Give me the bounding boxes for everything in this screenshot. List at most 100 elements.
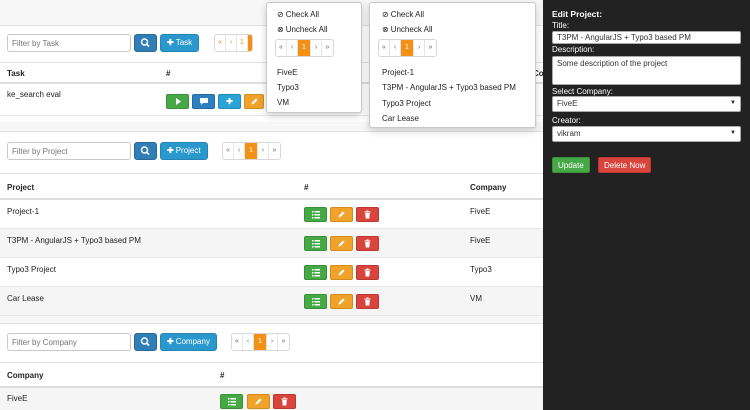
uncheck-all-option[interactable]: ⊗ Uncheck All [382,25,433,34]
search-icon [140,38,150,48]
check-all-option[interactable]: ⊘ Check All [277,10,319,19]
delete-project-button[interactable] [356,207,379,222]
delete-project-button[interactable] [356,236,379,251]
header-project: Project [7,183,35,192]
project-name: T3PM - AngularJS + Typo3 based PM [7,236,141,245]
pager-last[interactable]: » [425,40,436,56]
pager-first[interactable]: « [379,40,390,56]
pager-next[interactable]: › [414,40,425,56]
project-company: FiveE [470,236,491,245]
start-button[interactable] [166,94,189,109]
edit-company-button[interactable] [247,394,270,409]
dropdown-option[interactable]: T3PM - AngularJS + Typo3 based PM [382,83,516,92]
list-button[interactable] [304,294,327,309]
project-filter-dropdown: ⊘ Check All ⊗ Uncheck All « ‹ 1 › » Projec… [369,2,536,128]
edit-project-button[interactable] [330,236,353,251]
project-pager: « ‹ 1 › » [222,142,281,160]
list-button[interactable] [304,265,327,280]
pager-first[interactable]: « [232,334,243,350]
pager-prev[interactable]: ‹ [287,40,298,56]
pencil-icon [338,240,345,247]
company-select[interactable]: FiveE ▼ [552,96,741,112]
project-name: Car Lease [7,294,44,303]
check-circle-icon: ⊘ [382,10,389,19]
delete-now-button[interactable]: Delete Now [598,157,652,173]
pager-next[interactable]: › [267,334,278,350]
plus-icon: ✚ [167,38,174,47]
pager-prev[interactable]: ‹ [390,40,401,56]
pager-next[interactable]: › [311,40,322,56]
search-icon [140,337,150,347]
table-row: T3PM - AngularJS + Typo3 based PM FiveE [0,229,543,258]
edit-project-button[interactable] [330,294,353,309]
company-search-button[interactable] [134,333,157,351]
comment-button[interactable] [192,94,215,109]
edit-task-button[interactable] [244,94,264,109]
list-button[interactable] [304,207,327,222]
list-icon [311,298,320,306]
dropdown-option[interactable]: VM [277,98,289,107]
caret-down-icon: ▼ [730,100,736,106]
comment-icon [199,98,208,105]
header-task: Task [7,69,25,78]
pager-prev[interactable]: ‹ [234,143,245,159]
project-filter-input[interactable] [7,142,131,160]
trash-icon [364,210,371,219]
pager-current[interactable] [248,35,252,51]
dropdown-option[interactable]: Typo3 [277,83,299,92]
pager-last[interactable]: » [278,334,289,350]
uncheck-all-option[interactable]: ⊗ Uncheck All [277,25,328,34]
pager-prev[interactable]: ‹ [243,334,254,350]
description-textarea[interactable]: Some description of the project [552,56,741,85]
edit-project-button[interactable] [330,265,353,280]
pager-first[interactable]: « [215,35,226,51]
company-filter-dropdown: ⊘ Check All ⊗ Uncheck All « ‹ 1 › » FiveE … [266,2,362,113]
project-toolbar: ✚Project « ‹ 1 › » [0,132,543,168]
add-company-button[interactable]: ✚ Company [160,333,217,351]
creator-label: Creator: [552,116,581,125]
company-filter-input[interactable] [7,333,131,351]
company-name: FiveE [7,394,28,403]
check-all-option[interactable]: ⊘ Check All [382,10,424,19]
add-subtask-button[interactable]: ✚ [218,94,241,109]
pager-last[interactable]: » [322,40,333,56]
header-actions: # [304,183,309,192]
add-task-button[interactable]: ✚ Task [160,34,200,52]
plus-icon: ✚ [167,146,174,155]
edit-project-sidebar: Edit Project: Title: T3PM - AngularJS + … [543,0,750,410]
dropdown-option[interactable]: Typo3 Project [382,99,431,108]
project-name: Typo3 Project [7,265,56,274]
pager-current[interactable]: 1 [401,40,414,56]
edit-project-button[interactable] [330,207,353,222]
pager-first[interactable]: « [276,40,287,56]
add-project-label: Project [175,146,201,155]
pager-last[interactable]: » [269,143,280,159]
update-button[interactable]: Update [552,157,590,173]
pager-page-1[interactable]: 1 [237,35,248,51]
pager-current[interactable]: 1 [245,143,258,159]
task-search-button[interactable] [134,34,157,52]
add-project-button[interactable]: ✚ Project [160,142,208,160]
project-table-header: Project # Company [0,173,543,200]
pager-prev[interactable]: ‹ [226,35,237,51]
task-filter-input[interactable] [7,34,131,52]
dropdown-option[interactable]: Car Lease [382,114,419,123]
project-search-button[interactable] [134,142,157,160]
trash-icon [364,239,371,248]
header-actions: # [220,371,225,380]
delete-project-button[interactable] [356,294,379,309]
dropdown-option[interactable]: Project-1 [382,68,414,77]
delete-project-button[interactable] [356,265,379,280]
delete-company-button[interactable] [273,394,296,409]
pager-next[interactable]: › [258,143,269,159]
company-table-header: Company # [0,362,543,388]
list-button[interactable] [220,394,243,409]
pager-current[interactable]: 1 [254,334,267,350]
dropdown-option[interactable]: FiveE [277,68,297,77]
list-button[interactable] [304,236,327,251]
task-name: ke_search eval [7,90,61,99]
creator-select[interactable]: vikram ▼ [552,126,741,142]
pager-first[interactable]: « [223,143,234,159]
pager-current[interactable]: 1 [298,40,311,56]
title-input[interactable]: T3PM - AngularJS + Typo3 based PM [552,31,741,44]
